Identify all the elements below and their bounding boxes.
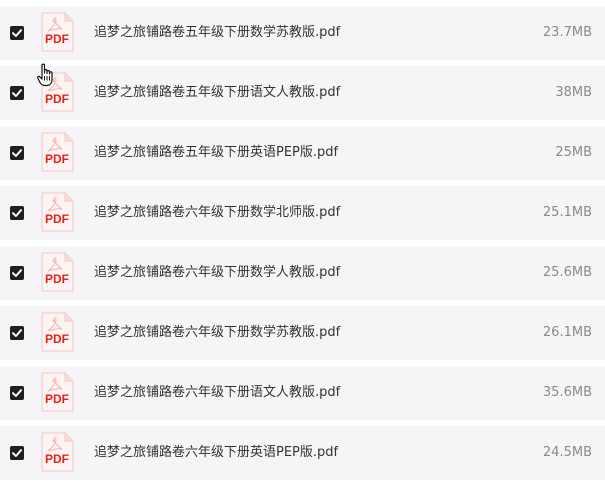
file-size: 38MB — [555, 85, 592, 100]
checkmark-icon — [12, 329, 22, 337]
pdf-file-icon: PDF — [41, 432, 74, 472]
file-size: 35.6MB — [542, 385, 592, 400]
pdf-file-icon: PDF — [41, 72, 74, 112]
file-row[interactable]: PDF 追梦之旅铺路卷五年级下册英语PEP版.pdf 25MB — [0, 126, 605, 180]
file-name: 追梦之旅铺路卷五年级下册数学苏教版.pdf — [94, 25, 341, 40]
checkmark-icon — [12, 269, 22, 277]
file-size: 26.1MB — [542, 325, 592, 340]
checkmark-icon — [12, 89, 22, 97]
pdf-icon-label: PDF — [45, 212, 69, 226]
file-row[interactable]: PDF 追梦之旅铺路卷六年级下册英语PEP版.pdf 24.5MB — [0, 426, 605, 480]
pdf-file-icon: PDF — [41, 252, 74, 292]
file-row[interactable]: PDF 追梦之旅铺路卷五年级下册数学苏教版.pdf 23.7MB — [0, 6, 605, 60]
file-checkbox[interactable] — [10, 386, 24, 400]
file-name: 追梦之旅铺路卷六年级下册语文人教版.pdf — [94, 385, 341, 400]
file-row[interactable]: PDF 追梦之旅铺路卷六年级下册数学苏教版.pdf 26.1MB — [0, 306, 605, 360]
pdf-icon-label: PDF — [45, 32, 69, 46]
file-checkbox[interactable] — [10, 206, 24, 220]
file-name: 追梦之旅铺路卷六年级下册英语PEP版.pdf — [94, 445, 339, 460]
pdf-icon-label: PDF — [45, 332, 69, 346]
file-size: 23.7MB — [542, 25, 592, 40]
checkmark-icon — [12, 209, 22, 217]
file-checkbox[interactable] — [10, 146, 24, 160]
file-checkbox[interactable] — [10, 26, 24, 40]
pdf-icon-label: PDF — [45, 92, 69, 106]
file-name: 追梦之旅铺路卷五年级下册英语PEP版.pdf — [94, 145, 339, 160]
file-row[interactable]: PDF 追梦之旅铺路卷六年级下册语文人教版.pdf 35.6MB — [0, 366, 605, 420]
file-name: 追梦之旅铺路卷五年级下册语文人教版.pdf — [94, 85, 341, 100]
pdf-file-icon: PDF — [41, 372, 74, 412]
file-checkbox[interactable] — [10, 266, 24, 280]
file-name: 追梦之旅铺路卷六年级下册数学苏教版.pdf — [94, 325, 341, 340]
file-checkbox[interactable] — [10, 86, 24, 100]
checkmark-icon — [12, 29, 22, 37]
pdf-file-icon: PDF — [41, 312, 74, 352]
file-checkbox[interactable] — [10, 446, 24, 460]
pdf-icon-label: PDF — [45, 272, 69, 286]
file-list: PDF 追梦之旅铺路卷五年级下册数学苏教版.pdf 23.7MB PDF 追梦之… — [0, 0, 605, 486]
checkmark-icon — [12, 449, 22, 457]
file-name: 追梦之旅铺路卷六年级下册数学人教版.pdf — [94, 265, 341, 280]
checkmark-icon — [12, 389, 22, 397]
pdf-file-icon: PDF — [41, 192, 74, 232]
file-row[interactable]: PDF 追梦之旅铺路卷六年级下册数学北师版.pdf 25.1MB — [0, 186, 605, 240]
file-checkbox[interactable] — [10, 326, 24, 340]
file-size: 24.5MB — [542, 445, 592, 460]
pdf-icon-label: PDF — [45, 152, 69, 166]
pdf-file-icon: PDF — [41, 12, 74, 52]
file-row[interactable]: PDF 追梦之旅铺路卷六年级下册数学人教版.pdf 25.6MB — [0, 246, 605, 300]
file-size: 25.6MB — [542, 265, 592, 280]
checkmark-icon — [12, 149, 22, 157]
pdf-icon-label: PDF — [45, 392, 69, 406]
file-size: 25.1MB — [542, 205, 592, 220]
pdf-file-icon: PDF — [41, 132, 74, 172]
file-row[interactable]: PDF 追梦之旅铺路卷五年级下册语文人教版.pdf 38MB — [0, 66, 605, 120]
file-size: 25MB — [555, 145, 592, 160]
pdf-icon-label: PDF — [45, 452, 69, 466]
file-name: 追梦之旅铺路卷六年级下册数学北师版.pdf — [94, 205, 341, 220]
